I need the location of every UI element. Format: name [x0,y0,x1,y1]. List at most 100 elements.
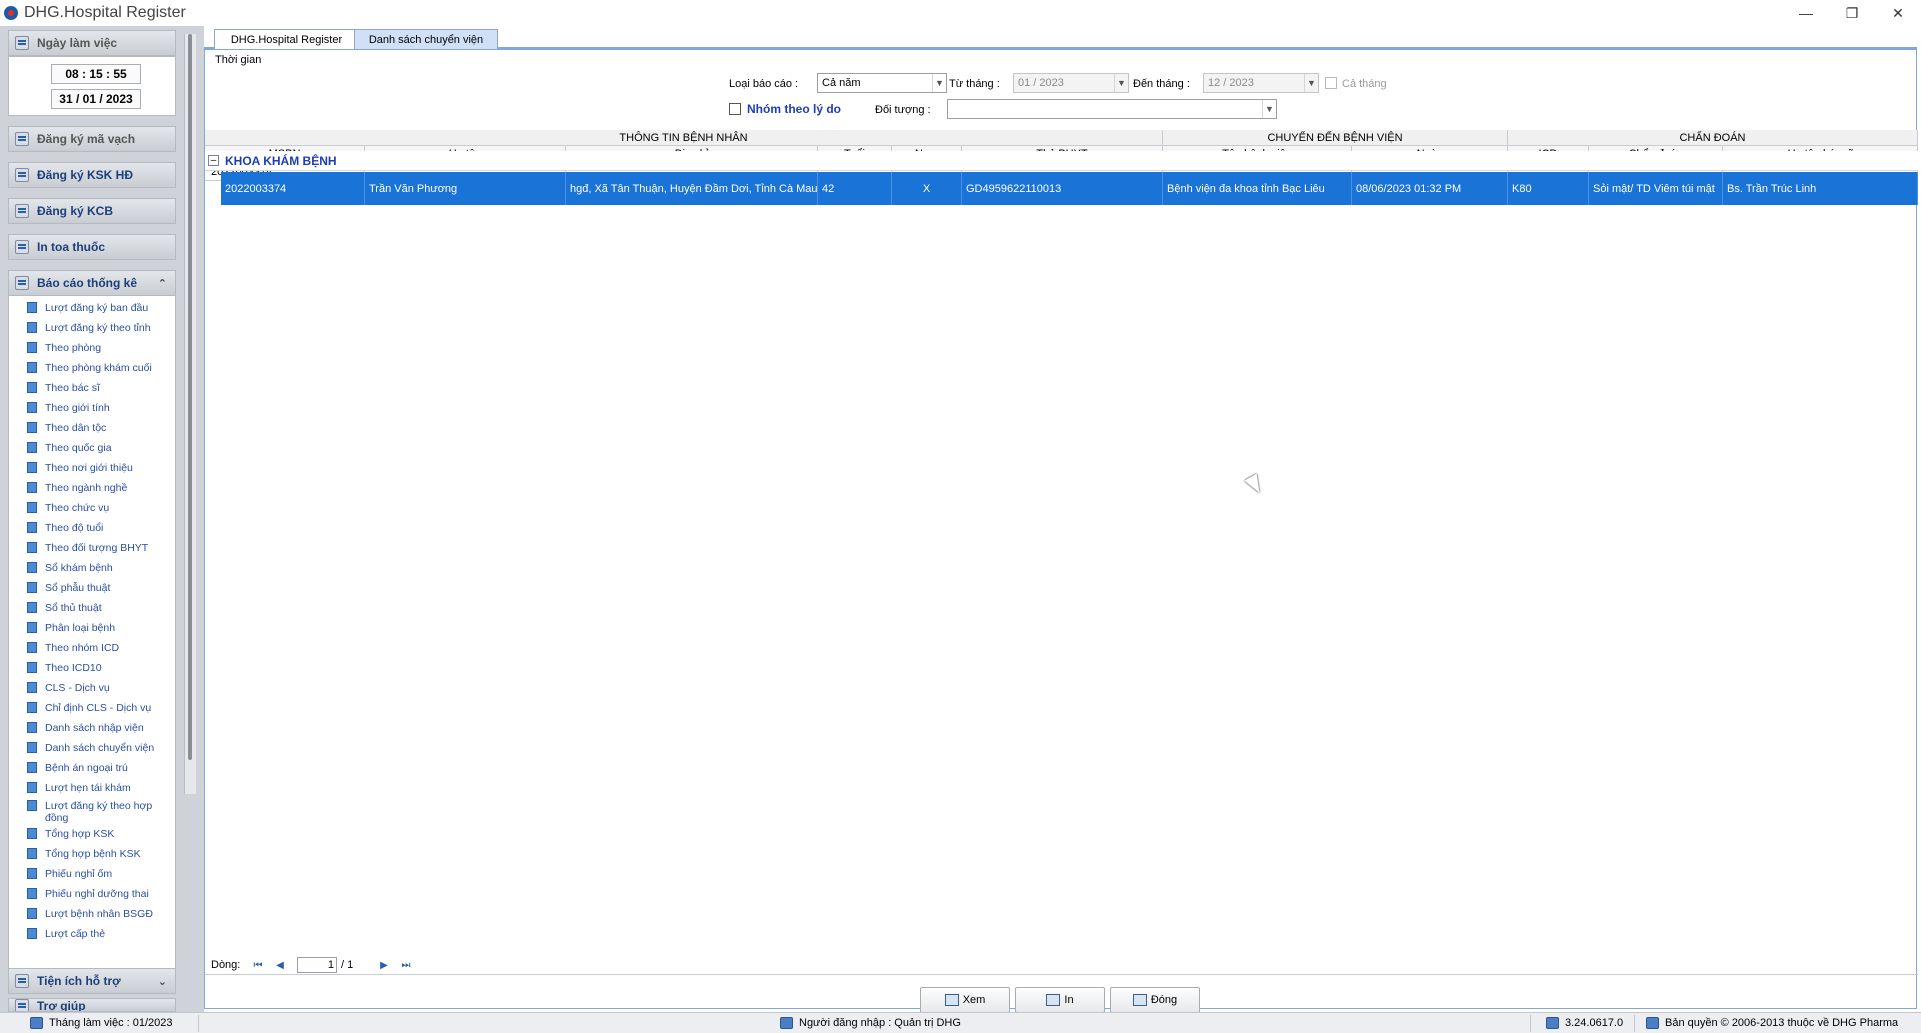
report-item[interactable]: Lượt đăng ký theo hợp đồng [27,800,175,824]
book-icon [27,402,37,413]
report-item[interactable]: Theo quốc gia [27,442,175,454]
report-item[interactable]: Bệnh án ngoại trú [27,762,175,774]
book-icon [27,908,37,919]
users-icon [780,1017,793,1029]
barcode-icon [15,132,29,146]
dropdown-arrow-icon: ▼ [1114,74,1128,92]
book-icon [27,502,37,513]
subject-select[interactable]: ▼ [947,99,1277,119]
whole-month-checkbox[interactable] [1325,77,1337,89]
minimize-button[interactable]: — [1783,0,1829,26]
band-transfer-hospital: CHUYỂN ĐẾN BỆNH VIỆN [1163,130,1508,146]
nav-barcode-registration[interactable]: Đăng ký mã vạch [8,126,176,152]
group-label: KHOA KHÁM BỆNH [225,153,337,168]
workday-header[interactable]: Ngày làm việc [8,30,176,56]
report-item[interactable]: Phiếu nghỉ ốm [27,868,175,880]
dropdown-arrow-icon: ▼ [1304,74,1318,92]
report-icon [15,276,29,290]
report-item[interactable]: Lượt đăng ký theo tỉnh [27,322,175,334]
first-page-icon[interactable]: ⏮ [251,958,265,972]
group-by-reason-checkbox[interactable] [729,103,741,115]
report-item[interactable]: Phân loại bệnh [27,622,175,634]
tab-transfer-list[interactable]: Danh sách chuyển viện [354,29,498,49]
report-list: Lượt đăng ký ban đầu Lượt đăng ký theo t… [8,296,176,972]
report-item[interactable]: Theo đối tượng BHYT [27,542,175,554]
from-month-picker[interactable]: 01 / 2023 ▼ [1013,73,1129,93]
report-item[interactable]: Lượt hẹn tái khám [27,782,175,794]
book-icon [27,848,37,859]
report-item[interactable]: Danh sách nhập viện [27,722,175,734]
close-button[interactable]: Đóng [1110,987,1200,1013]
nav-reports-header[interactable]: Báo cáo thống kê ⌃ [8,270,176,296]
report-item[interactable]: CLS - Dịch vụ [27,682,175,694]
report-item[interactable]: Theo nhóm ICD [27,642,175,654]
nav-print-prescription[interactable]: In toa thuốc [8,234,176,260]
nav-help-header[interactable]: Trợ giúp [8,998,176,1012]
sidebar-scrollbar[interactable] [184,34,196,794]
close-window-button[interactable]: ✕ [1875,0,1921,26]
report-item[interactable]: Theo giới tính [27,402,175,414]
report-type-select[interactable]: Cả năm ▼ [817,73,947,93]
report-item[interactable]: Theo chức vụ [27,502,175,514]
band-diagnosis: CHẨN ĐOÁN [1508,130,1918,146]
book-icon [27,868,37,879]
nav-ksk-contract-registration[interactable]: Đăng ký KSK HĐ [8,162,176,188]
book-icon [27,562,37,573]
to-month-picker[interactable]: 12 / 2023 ▼ [1203,73,1319,93]
book-icon [27,362,37,373]
table-row[interactable]: 2022003374 Trần Văn Phương hgđ, Xã Tân T… [221,172,1918,205]
prev-page-icon[interactable]: ◀ [273,958,287,972]
report-item[interactable]: Theo dân tộc [27,422,175,434]
next-page-icon[interactable]: ▶ [377,958,391,972]
report-item[interactable]: Lượt cấp thẻ [27,928,175,940]
nav-utilities-header[interactable]: Tiện ích hỗ trợ ⌄ [8,968,176,994]
report-item[interactable]: Tổng hợp KSK [27,828,175,840]
work-date[interactable]: 31 / 01 / 2023 [51,89,141,109]
status-work-month: Tháng làm việc : 01/2023 [30,1017,173,1029]
title-bar: DHG.Hospital Register — ❐ ✕ [0,0,1921,26]
cell-name: Trần Văn Phương [365,172,566,205]
report-item[interactable]: Sổ phẫu thuật [27,582,175,594]
book-icon [27,642,37,653]
expand-chevron-icon[interactable]: ⌄ [158,975,167,988]
report-item[interactable]: Theo nơi giới thiệu [27,462,175,474]
collapse-toggle-icon[interactable]: – [208,155,219,166]
app-logo-icon [4,6,18,20]
report-item[interactable]: Theo phòng khám cuối [27,362,175,374]
report-item[interactable]: Theo ngành nghề [27,482,175,494]
report-item[interactable]: Phiếu nghỉ dưỡng thai [27,888,175,900]
last-page-icon[interactable]: ⏭ [399,958,413,972]
pager-label: Dòng: [211,959,241,971]
print-button[interactable]: In [1015,987,1105,1013]
status-version: 3.24.0617.0 [1546,1017,1623,1029]
footer-divider [205,974,1918,975]
book-icon [27,800,37,811]
report-item[interactable]: Sổ khám bệnh [27,562,175,574]
book-icon [27,342,37,353]
tab-hospital-register[interactable]: DHG.Hospital Register [214,29,359,49]
page-input[interactable]: 1 [297,957,337,973]
nav-kcb-registration[interactable]: Đăng ký KCB [8,198,176,224]
book-icon [27,782,37,793]
report-item[interactable]: Lượt bệnh nhân BSGĐ [27,908,175,920]
report-item[interactable]: Lượt đăng ký ban đầu [27,302,175,314]
report-item[interactable]: Sổ thủ thuật [27,602,175,614]
book-icon [27,762,37,773]
pager: Dòng: ⏮ ◀ 1 / 1 ▶ ⏭ [205,956,605,974]
cell-diagnosis: Sỏi mật/ TD Viêm túi mật [1589,172,1723,205]
cell-age: 42 [818,172,892,205]
report-item[interactable]: Theo phòng [27,342,175,354]
report-item[interactable]: Tổng hợp bệnh KSK [27,848,175,860]
report-item[interactable]: Theo độ tuổi [27,522,175,534]
page-total: / 1 [341,959,354,971]
restore-button[interactable]: ❐ [1829,0,1875,26]
report-item[interactable]: Chỉ định CLS - Dịch vụ [27,702,175,714]
report-item[interactable]: Danh sách chuyển viện [27,742,175,754]
book-icon [27,602,37,613]
collapse-chevron-icon[interactable]: ⌃ [158,277,167,290]
main-area: DHG.Hospital Register Danh sách chuyển v… [204,26,1921,1013]
group-row-khoa-kham-benh[interactable]: – KHOA KHÁM BỆNH [205,151,1918,171]
report-item[interactable]: Theo bác sĩ [27,382,175,394]
view-button[interactable]: Xem [920,987,1010,1013]
report-item[interactable]: Theo ICD10 [27,662,175,674]
